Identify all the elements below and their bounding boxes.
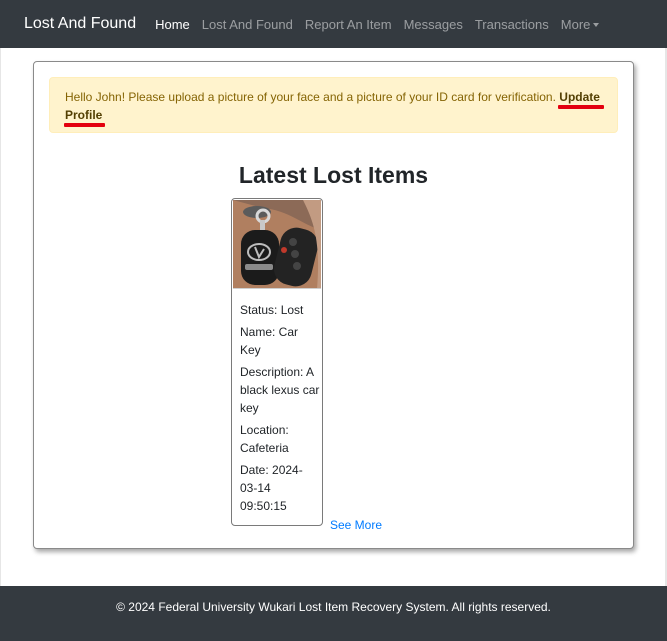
- page-footer: © 2024 Federal University Wukari Lost It…: [0, 586, 667, 641]
- nav-menu: Home Lost And Found Report An Item Messa…: [155, 17, 611, 32]
- see-more-link[interactable]: See More: [330, 518, 382, 532]
- brand-logo-link[interactable]: Lost And Found: [24, 15, 136, 33]
- annotation-underline-update: [558, 105, 604, 109]
- annotation-underline-profile: [64, 123, 105, 127]
- nav-dropdown-more[interactable]: More: [561, 17, 600, 32]
- footer-copyright: © 2024 Federal University Wukari Lost It…: [116, 600, 551, 614]
- item-location: Location: Cafeteria: [240, 423, 289, 455]
- car-key-image[interactable]: [233, 200, 321, 289]
- item-description: Description: A black lexus car key: [240, 365, 320, 415]
- caret-down-icon: [593, 22, 600, 27]
- more-label: More: [560, 16, 591, 32]
- item-status: Status: Lost: [240, 303, 304, 317]
- nav-link-transactions[interactable]: Transactions: [475, 17, 549, 32]
- item-details: Status: Lost Name: Car Key Description: …: [240, 301, 320, 519]
- main-content-card: Hello John! Please upload a picture of y…: [33, 61, 634, 549]
- alert-message: Hello John! Please upload a picture of y…: [65, 90, 560, 104]
- nav-link-home[interactable]: Home: [155, 17, 190, 32]
- nav-link-report-item[interactable]: Report An Item: [305, 17, 392, 32]
- top-navbar: Lost And Found Home Lost And Found Repor…: [0, 0, 667, 48]
- verification-alert: Hello John! Please upload a picture of y…: [49, 77, 618, 133]
- item-name: Name: Car Key: [240, 325, 299, 357]
- nav-link-lost-and-found[interactable]: Lost And Found: [202, 17, 293, 32]
- car-key-photo-icon: [233, 200, 321, 288]
- page-left-border: [0, 48, 1, 586]
- nav-link-messages[interactable]: Messages: [404, 17, 463, 32]
- item-date: Date: 2024-03-14 09:50:15: [240, 463, 303, 513]
- lost-item-card[interactable]: Status: Lost Name: Car Key Description: …: [231, 198, 323, 526]
- section-heading: Latest Lost Items: [238, 162, 429, 188]
